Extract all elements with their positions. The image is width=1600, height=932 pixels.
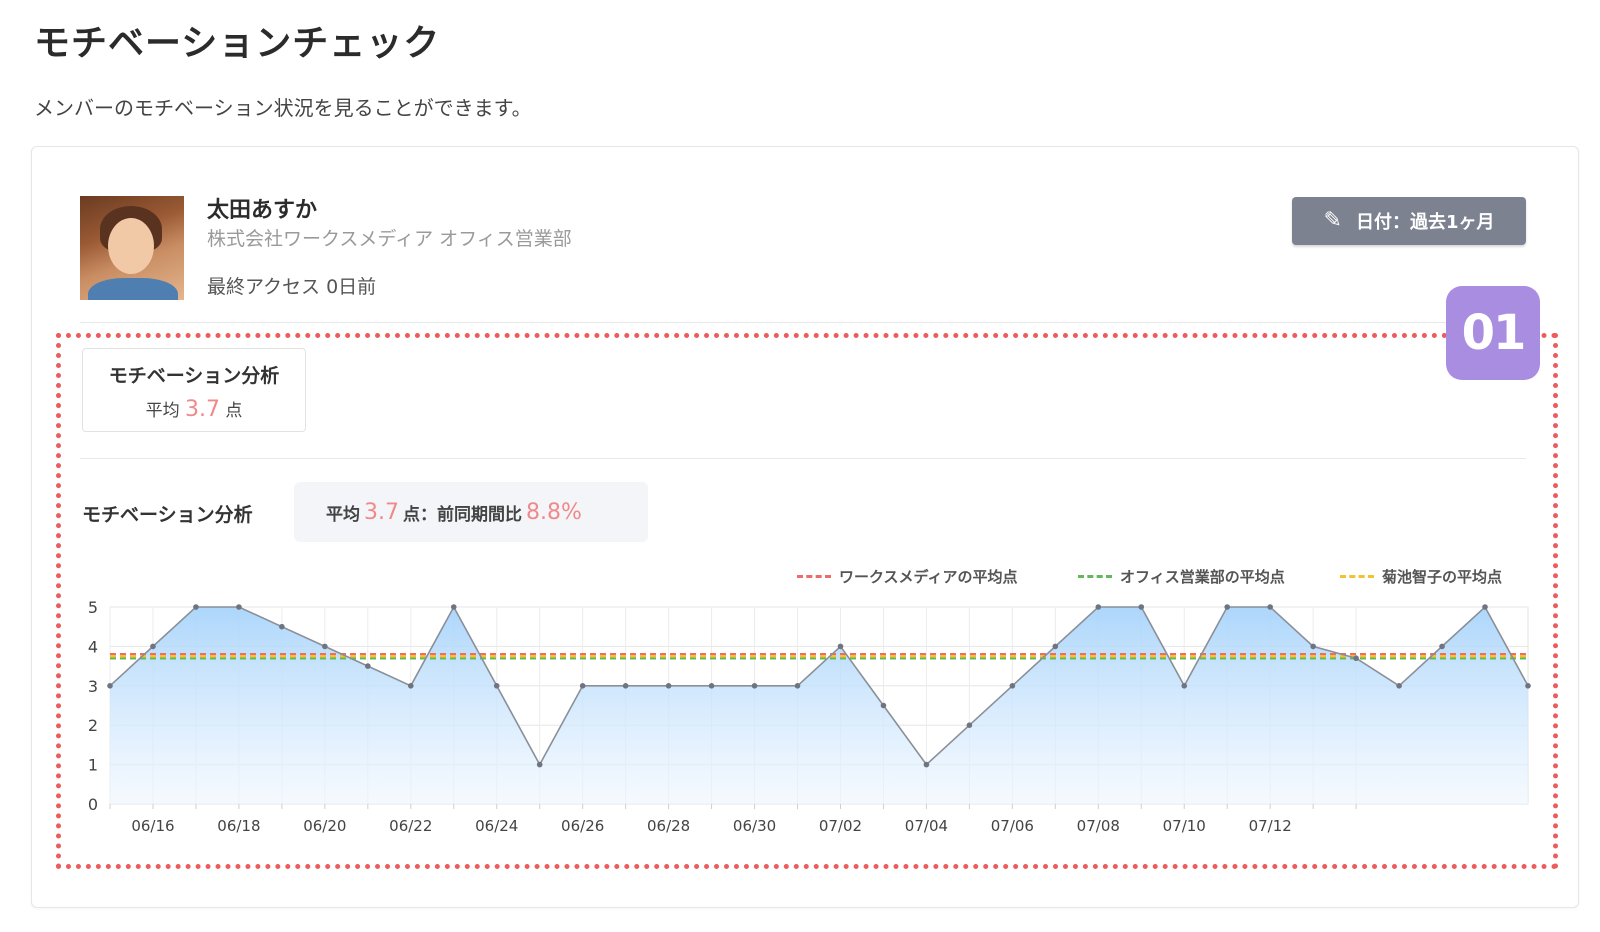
data-point xyxy=(236,604,242,610)
x-tick-label: 07/06 xyxy=(991,817,1034,835)
data-point xyxy=(751,683,758,689)
y-tick-label: 0 xyxy=(88,795,98,814)
x-tick-label: 07/02 xyxy=(819,817,862,835)
x-tick-label: 06/18 xyxy=(217,817,260,835)
motivation-chart: 0 1 2 3 4 5 06/16 06/18 06/20 06/22 06/24 06/26 06/2… xyxy=(88,598,1531,835)
data-point xyxy=(1482,604,1488,610)
data-point xyxy=(279,623,285,630)
data-point xyxy=(536,761,543,768)
data-point xyxy=(450,604,457,610)
data-point xyxy=(1353,655,1359,662)
data-point xyxy=(1095,604,1102,610)
y-tick-label: 5 xyxy=(88,598,98,617)
data-point xyxy=(107,683,113,689)
data-point xyxy=(193,604,199,610)
data-point xyxy=(1396,683,1402,689)
data-point xyxy=(1009,683,1016,689)
data-point xyxy=(1052,643,1059,650)
data-point xyxy=(880,702,887,709)
y-tick-label: 1 xyxy=(88,756,98,775)
data-point xyxy=(1267,604,1273,610)
x-tick-label: 07/12 xyxy=(1249,817,1292,835)
data-point xyxy=(966,722,973,728)
x-tick-label: 06/16 xyxy=(131,817,174,835)
data-point xyxy=(1138,604,1145,610)
x-tick-label: 06/24 xyxy=(475,817,518,835)
x-tick-label: 06/28 xyxy=(647,817,690,835)
data-point xyxy=(708,683,715,689)
data-point xyxy=(837,643,844,650)
data-point xyxy=(1181,683,1188,689)
y-tick-label: 3 xyxy=(88,677,98,696)
data-point xyxy=(579,683,586,689)
data-point xyxy=(622,683,629,689)
x-tick-label: 06/22 xyxy=(389,817,432,835)
data-point xyxy=(322,643,328,650)
y-tick-label: 2 xyxy=(88,716,98,735)
x-tick-label: 06/26 xyxy=(561,817,604,835)
series-area xyxy=(110,607,1528,804)
x-tick-label: 06/20 xyxy=(303,817,346,835)
data-point xyxy=(365,663,371,669)
x-tick-label: 07/04 xyxy=(905,817,948,835)
data-point xyxy=(1525,683,1531,689)
data-point xyxy=(150,643,156,650)
x-tick-label: 07/08 xyxy=(1077,817,1120,835)
data-point xyxy=(1310,643,1316,650)
data-point xyxy=(665,683,672,689)
data-point xyxy=(407,683,414,689)
data-point xyxy=(1224,604,1231,610)
x-tick-label: 07/10 xyxy=(1163,817,1206,835)
data-point xyxy=(493,683,500,689)
data-point xyxy=(794,683,801,689)
x-tick-label: 06/30 xyxy=(733,817,776,835)
data-point xyxy=(1439,643,1445,650)
data-point xyxy=(923,761,930,768)
y-tick-label: 4 xyxy=(88,637,98,656)
